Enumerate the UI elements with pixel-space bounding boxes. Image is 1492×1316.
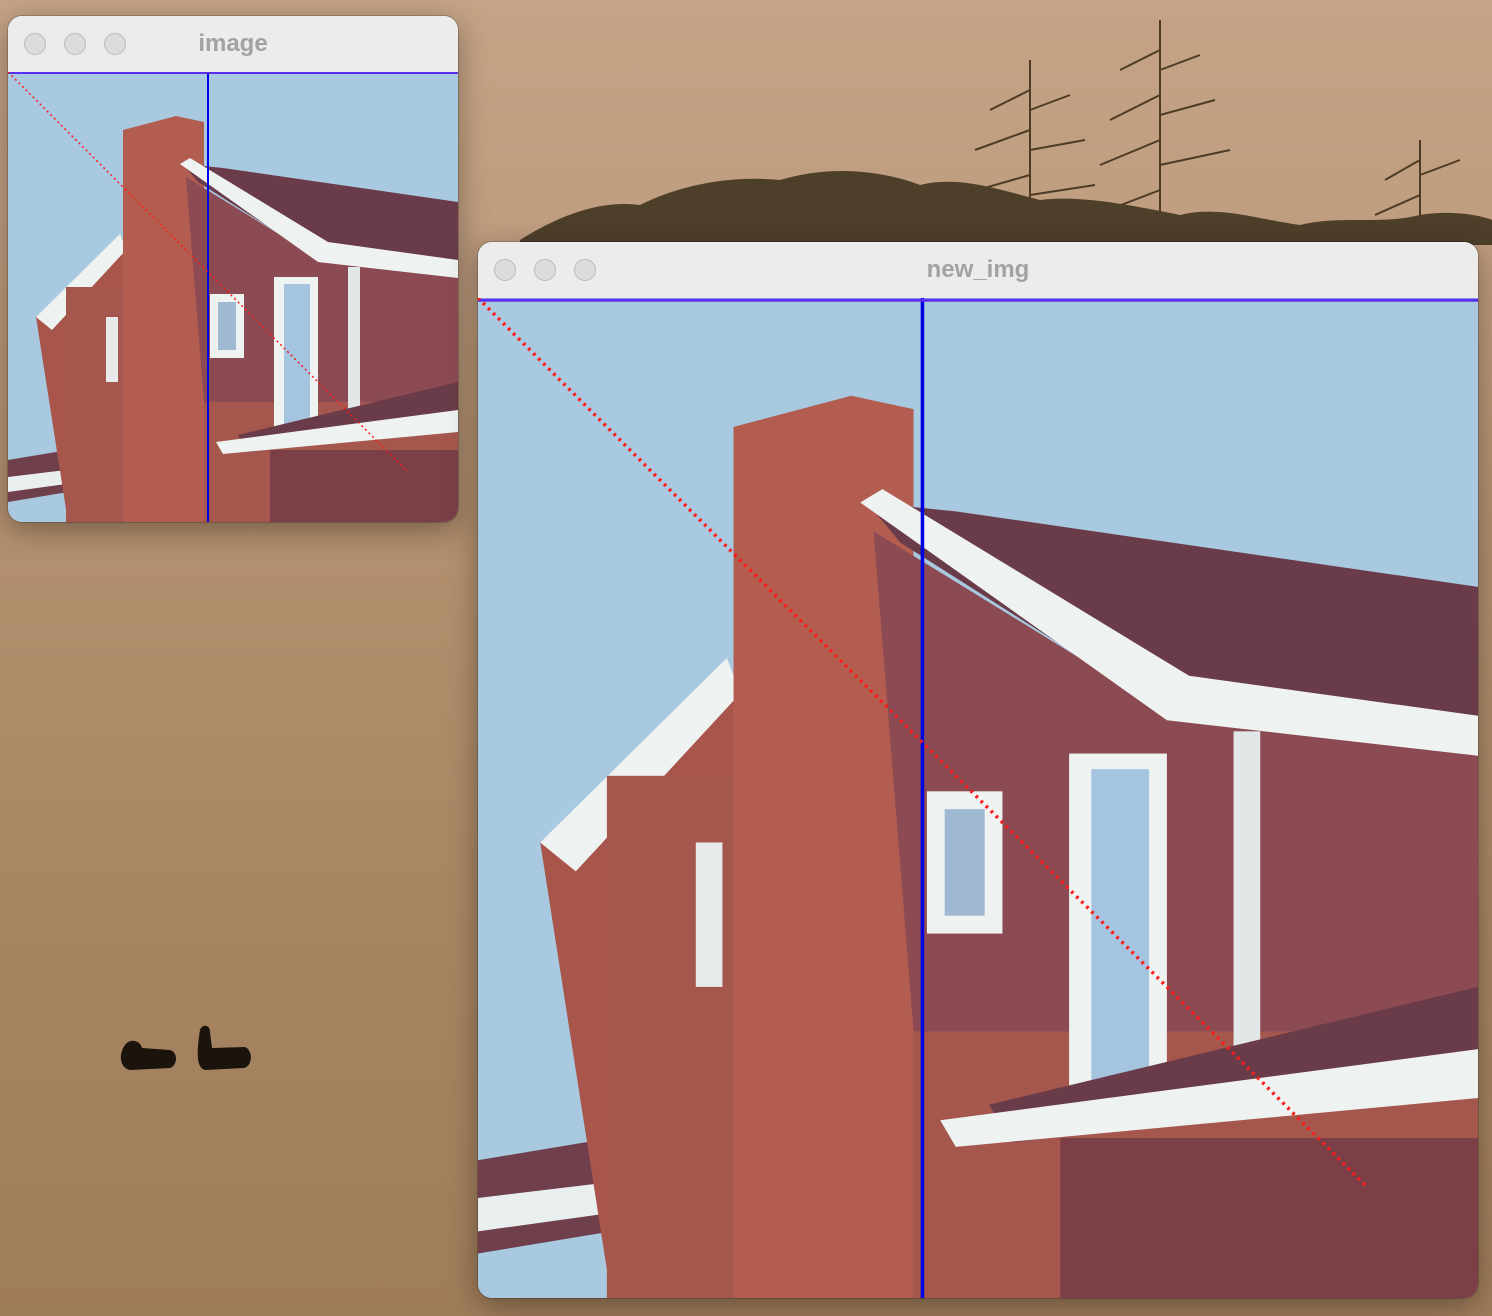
chimney <box>733 395 914 1298</box>
image-canvas[interactable] <box>8 72 458 522</box>
window-title: image <box>198 30 268 57</box>
side-slit-window <box>695 842 723 987</box>
lower-wall <box>1060 1138 1478 1298</box>
downpipe <box>348 267 360 412</box>
traffic-light-zoom-icon[interactable] <box>104 33 126 55</box>
downpipe <box>1233 731 1261 1054</box>
traffic-light-close-icon[interactable] <box>494 259 516 281</box>
window-title: new_img <box>926 256 1030 283</box>
door-window-pane <box>284 284 310 424</box>
new-img-canvas[interactable] <box>478 298 1478 1298</box>
traffic-light-zoom-icon[interactable] <box>574 259 596 281</box>
side-slit-window <box>106 317 118 382</box>
door-window-pane <box>1091 769 1150 1081</box>
chimney <box>123 116 204 522</box>
new-img-window[interactable]: new_img <box>478 242 1478 1298</box>
image-window-titlebar[interactable]: image <box>8 16 458 73</box>
traffic-light-minimize-icon[interactable] <box>534 259 556 281</box>
window-small-pane <box>944 809 985 916</box>
traffic-light-close-icon[interactable] <box>24 33 46 55</box>
traffic-light-minimize-icon[interactable] <box>64 33 86 55</box>
lower-wall <box>270 450 458 522</box>
window-small-pane <box>218 302 236 350</box>
image-window[interactable]: image <box>8 16 458 522</box>
ducks <box>120 1025 251 1070</box>
new-img-window-titlebar[interactable]: new_img <box>478 242 1478 299</box>
